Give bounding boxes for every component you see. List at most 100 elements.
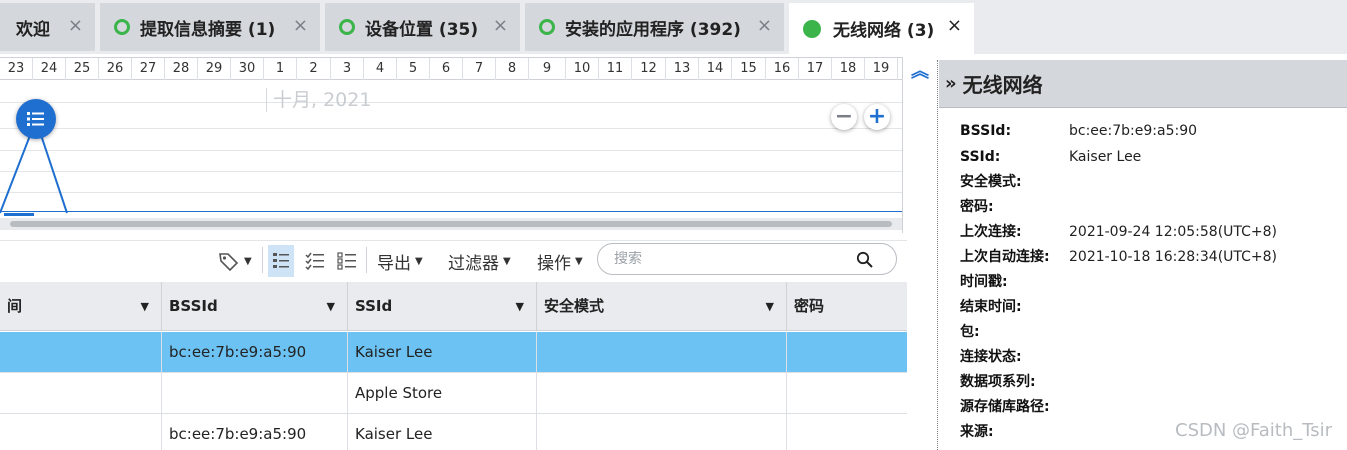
wireless-networks-table: 间 ▼ BSSId ▼ SSId ▼ 安全模式 ▼ 密码 bc:ee:7b:e9… bbox=[0, 282, 907, 450]
column-header-security[interactable]: 安全模式 ▼ bbox=[537, 282, 787, 331]
event-spike bbox=[0, 117, 68, 216]
zoom-out-button[interactable]: − bbox=[831, 104, 857, 130]
property-value: 2021-10-18 16:28:34(UTC+8) bbox=[1069, 249, 1278, 265]
chevron-down-icon: ▼ bbox=[415, 255, 423, 267]
cell-time bbox=[0, 414, 162, 450]
filter-menu[interactable]: 过滤器 ▼ bbox=[448, 245, 511, 277]
tag-icon bbox=[219, 253, 239, 271]
property-key: BSSId: bbox=[960, 123, 1012, 139]
cell-security bbox=[537, 414, 787, 450]
status-ring-icon bbox=[339, 19, 355, 35]
property-key: 数据项系列: bbox=[960, 374, 1036, 390]
tab-label: 提取信息摘要 (1) bbox=[140, 19, 276, 40]
close-icon[interactable]: × bbox=[757, 17, 772, 35]
column-label: 安全模式 bbox=[544, 297, 605, 315]
tab-installed-apps[interactable]: 安装的应用程序 (392) × bbox=[525, 3, 784, 51]
filter-label: 过滤器 bbox=[448, 253, 499, 274]
list-icon bbox=[337, 252, 356, 270]
column-label: BSSId bbox=[169, 297, 218, 315]
list-detail-view-button[interactable] bbox=[268, 245, 294, 277]
double-chevron-right-icon[interactable]: » bbox=[945, 73, 957, 94]
property-key: 连接状态: bbox=[960, 349, 1022, 365]
property-key: SSId: bbox=[960, 149, 1001, 165]
list-view-button[interactable] bbox=[336, 245, 358, 277]
column-header-bssid[interactable]: BSSId ▼ bbox=[162, 282, 348, 331]
scroll-thumb[interactable] bbox=[10, 221, 892, 227]
cell-security bbox=[537, 332, 787, 372]
list-detail-icon bbox=[273, 253, 289, 268]
table-row[interactable]: Apple Store bbox=[0, 373, 907, 414]
chevron-down-icon[interactable]: ▼ bbox=[516, 282, 524, 331]
list-icon[interactable] bbox=[16, 99, 56, 139]
timeline[interactable]: 23 24 25 26 27 28 29 30 1 2 3 4 5 6 7 8 9 10 11 12 13 14 15 16 1… bbox=[0, 57, 903, 233]
zoom-in-button[interactable]: + bbox=[864, 104, 890, 130]
tab-device-locations[interactable]: 设备位置 (35) × bbox=[325, 3, 520, 51]
cell-ssid: Apple Store bbox=[348, 373, 537, 413]
search-box[interactable] bbox=[597, 243, 897, 275]
table-header: 间 ▼ BSSId ▼ SSId ▼ 安全模式 ▼ 密码 bbox=[0, 282, 907, 331]
search-icon[interactable] bbox=[856, 251, 874, 269]
detail-panel-title: 无线网络 bbox=[962, 73, 1043, 97]
column-label: 间 bbox=[7, 297, 23, 315]
toolbar-separator bbox=[262, 247, 263, 273]
checklist-icon bbox=[305, 252, 324, 271]
cell-password bbox=[787, 332, 907, 372]
property-key: 结束时间: bbox=[960, 299, 1022, 315]
chevron-down-icon: ▼ bbox=[503, 255, 511, 267]
column-header-time[interactable]: 间 ▼ bbox=[0, 282, 162, 331]
detail-panel-header: » 无线网络 bbox=[939, 60, 1347, 108]
close-icon[interactable]: × bbox=[493, 17, 508, 35]
tab-label: 无线网络 (3) bbox=[833, 21, 935, 41]
property-key: 包: bbox=[960, 324, 980, 340]
tab-welcome[interactable]: 欢迎 × bbox=[0, 3, 95, 51]
property-key: 源存储库路径: bbox=[960, 399, 1050, 415]
column-header-password[interactable]: 密码 bbox=[787, 282, 907, 331]
close-icon[interactable]: × bbox=[947, 17, 962, 35]
column-label: 密码 bbox=[794, 297, 825, 315]
table-row[interactable]: bc:ee:7b:e9:a5:90 Kaiser Lee bbox=[0, 332, 907, 373]
search-input[interactable] bbox=[614, 249, 854, 269]
chevron-down-icon[interactable]: ▼ bbox=[141, 282, 149, 331]
watermark: CSDN @Faith_Tsir bbox=[1175, 420, 1333, 441]
toolbar-separator bbox=[366, 247, 367, 273]
cell-bssid: bc:ee:7b:e9:a5:90 bbox=[162, 332, 348, 372]
cell-ssid: Kaiser Lee bbox=[348, 414, 537, 450]
cell-password bbox=[787, 414, 907, 450]
tag-button[interactable]: ▼ bbox=[218, 245, 252, 277]
tab-extraction-summary[interactable]: 提取信息摘要 (1) × bbox=[100, 3, 320, 51]
property-key: 时间戳: bbox=[960, 274, 1008, 290]
timeline-scrollbar[interactable] bbox=[0, 218, 902, 230]
column-label: SSId bbox=[355, 297, 393, 315]
status-dot-icon bbox=[803, 19, 821, 38]
property-value: Kaiser Lee bbox=[1069, 149, 1142, 165]
actions-menu[interactable]: 操作 ▼ bbox=[537, 245, 583, 277]
property-key: 上次自动连接: bbox=[960, 249, 1050, 265]
cell-security bbox=[537, 373, 787, 413]
close-icon[interactable]: × bbox=[293, 17, 308, 35]
tab-wireless-networks[interactable]: 无线网络 (3) × bbox=[789, 3, 974, 54]
cell-time bbox=[0, 332, 162, 372]
property-key: 安全模式: bbox=[960, 174, 1022, 190]
tab-label: 设备位置 (35) bbox=[365, 19, 479, 40]
chevron-down-icon: ▼ bbox=[244, 255, 252, 267]
table-row[interactable]: bc:ee:7b:e9:a5:90 Kaiser Lee bbox=[0, 414, 907, 450]
chevron-down-icon[interactable]: ▼ bbox=[766, 282, 774, 331]
cell-bssid bbox=[162, 373, 348, 413]
actions-label: 操作 bbox=[537, 253, 571, 274]
cell-time bbox=[0, 373, 162, 413]
close-icon[interactable]: × bbox=[68, 17, 83, 35]
property-key: 密码: bbox=[960, 199, 994, 215]
tab-label: 安装的应用程序 (392) bbox=[565, 19, 741, 40]
checklist-view-button[interactable] bbox=[304, 245, 326, 277]
column-header-ssid[interactable]: SSId ▼ bbox=[348, 282, 537, 331]
export-menu[interactable]: 导出 ▼ bbox=[377, 245, 423, 277]
collapse-up-icon[interactable]: ︽ bbox=[910, 60, 930, 84]
property-value: 2021-09-24 12:05:58(UTC+8) bbox=[1069, 224, 1278, 240]
chevron-down-icon: ▼ bbox=[575, 255, 583, 267]
property-value: bc:ee:7b:e9:a5:90 bbox=[1069, 123, 1198, 139]
status-ring-icon bbox=[539, 19, 555, 35]
cell-bssid: bc:ee:7b:e9:a5:90 bbox=[162, 414, 348, 450]
panel-splitter[interactable] bbox=[937, 60, 938, 450]
export-label: 导出 bbox=[377, 253, 411, 274]
chevron-down-icon[interactable]: ▼ bbox=[327, 282, 335, 331]
